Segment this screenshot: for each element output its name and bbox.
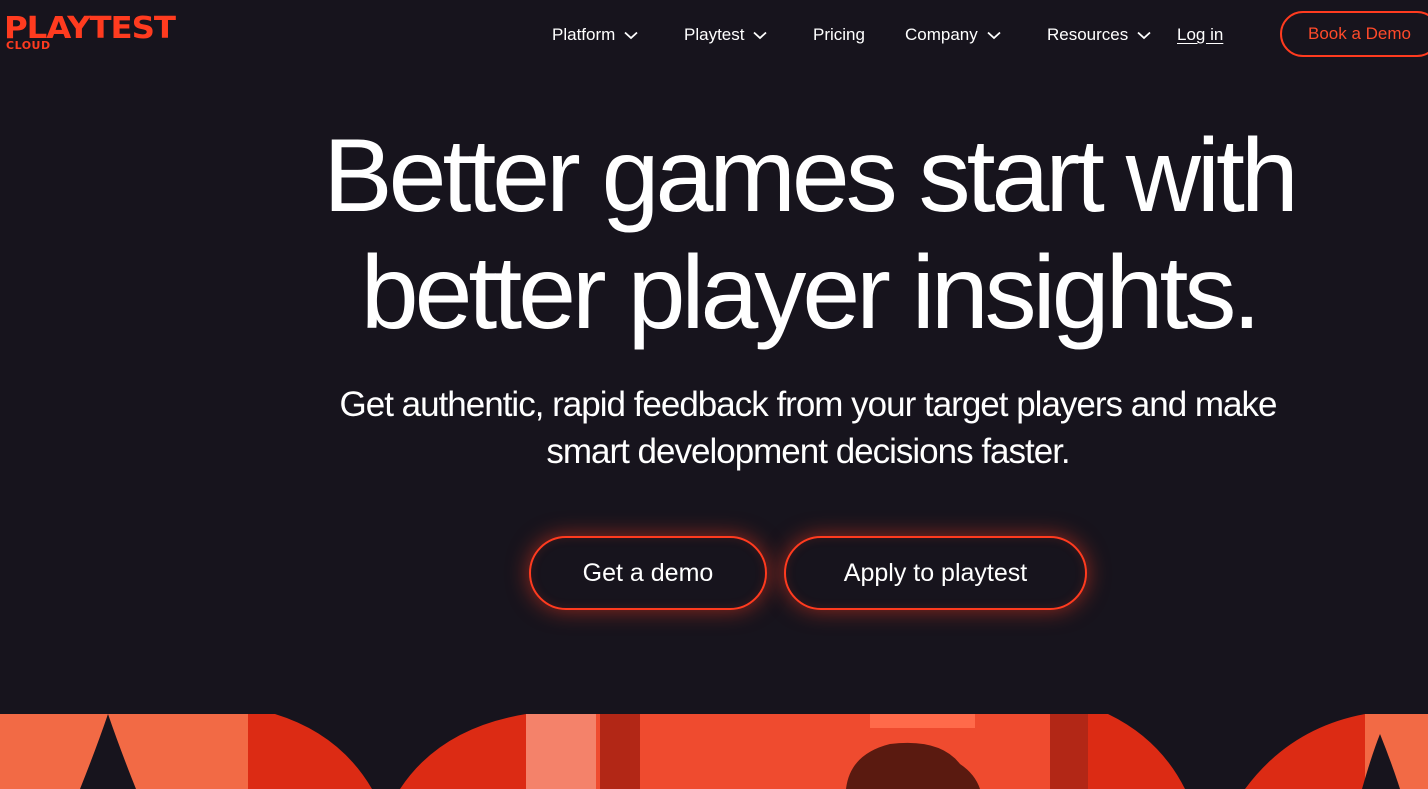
chevron-down-icon (753, 31, 768, 39)
playtest-cloud-logo[interactable]: PLAYTEST CLOUD (4, 12, 184, 56)
nav-item-label: Platform (552, 25, 616, 44)
book-demo-button[interactable]: Book a Demo (1280, 11, 1428, 57)
photo-shade (1050, 714, 1088, 789)
hero-subtitle-line: smart development decisions faster. (546, 432, 1070, 471)
hero-subtitle-line: Get authentic, rapid feedback from your … (339, 385, 1278, 424)
photo-shade (870, 714, 975, 728)
logo-subtitle: CLOUD (6, 39, 51, 52)
chevron-down-icon (987, 31, 1001, 39)
site-header: PLAYTEST CLOUD Platform Playtest Pricing… (0, 0, 1428, 74)
apply-to-playtest-button[interactable]: Apply to playtest (784, 536, 1087, 610)
nav-item-label: Pricing (813, 25, 865, 44)
photo-shade (526, 714, 596, 789)
chevron-down-icon (624, 31, 638, 39)
nav-item-label: Playtest (684, 25, 745, 44)
hero-title-line: Better games start with (323, 118, 1299, 234)
hero-subtitle: Get authentic, rapid feedback from your … (260, 381, 1356, 475)
hero-title: Better games start with better player in… (160, 118, 1428, 352)
nav-item-playtest[interactable]: Playtest (684, 22, 768, 48)
nav-item-company[interactable]: Company (905, 22, 1001, 48)
band-arc (1245, 714, 1365, 789)
photo-shade (600, 714, 640, 789)
nav-item-label: Company (905, 25, 978, 44)
nav-item-platform[interactable]: Platform (552, 22, 638, 48)
get-demo-button[interactable]: Get a demo (529, 536, 767, 610)
decorative-hero-banner (0, 714, 1428, 789)
login-link[interactable]: Log in (1177, 22, 1223, 48)
nav-item-resources[interactable]: Resources (1047, 22, 1151, 48)
band-arc (1088, 714, 1185, 789)
hero-title-line: better player insights. (360, 235, 1262, 351)
chevron-down-icon (1137, 31, 1151, 39)
nav-item-pricing[interactable]: Pricing (813, 22, 865, 48)
nav-item-label: Resources (1047, 25, 1129, 44)
